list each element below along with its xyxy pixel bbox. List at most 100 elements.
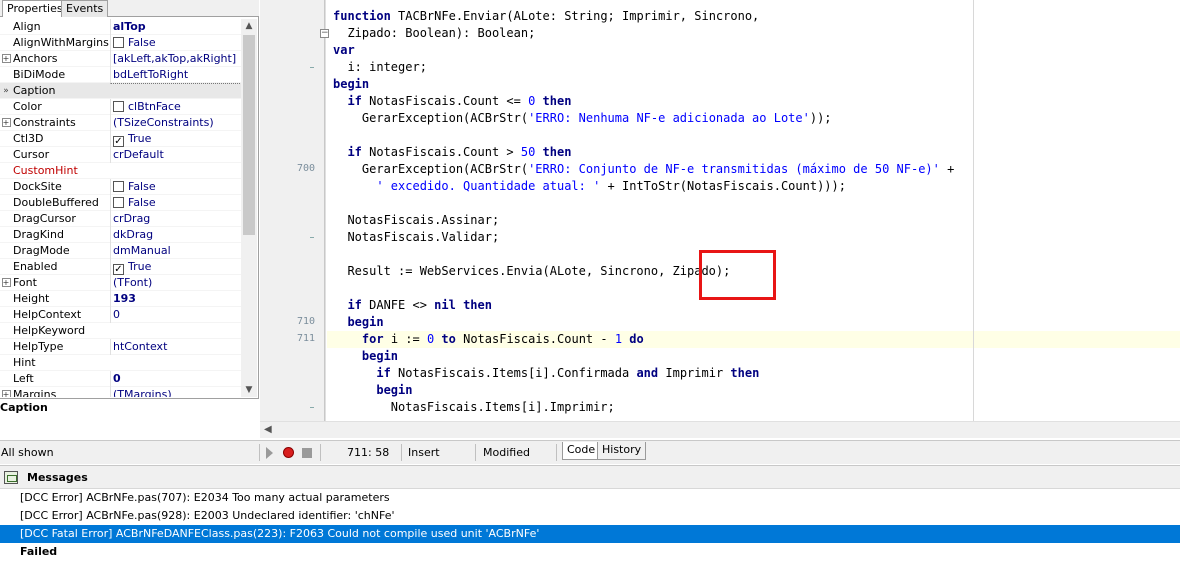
- property-name[interactable]: DoubleBuffered: [13, 195, 109, 211]
- code-line[interactable]: ' excedido. Quantidade atual: ' + IntToS…: [333, 178, 846, 195]
- code-line[interactable]: if NotasFiscais.Items[i].Confirmada and …: [333, 365, 759, 382]
- inspector-scrollbar[interactable]: ▲ ▼: [241, 19, 257, 397]
- code-area[interactable]: function TACBrNFe.Enviar(ALote: String; …: [327, 0, 1180, 421]
- property-row[interactable]: Cursor crDefault: [0, 147, 241, 163]
- property-name[interactable]: Align: [13, 19, 109, 35]
- property-name[interactable]: Enabled: [13, 259, 109, 275]
- macro-play-icon[interactable]: [266, 447, 273, 459]
- property-value[interactable]: alTop: [110, 19, 240, 35]
- message-item[interactable]: [DCC Error] ACBrNFe.pas(928): E2003 Unde…: [0, 507, 1180, 525]
- code-line[interactable]: begin: [333, 76, 369, 93]
- property-row[interactable]: Hint: [0, 355, 241, 371]
- property-value[interactable]: 0: [110, 307, 240, 323]
- property-row[interactable]: DockSite False: [0, 179, 241, 195]
- expand-plus-icon[interactable]: +: [0, 387, 12, 397]
- code-line[interactable]: function TACBrNFe.Enviar(ALote: String; …: [333, 8, 759, 25]
- property-name[interactable]: DockSite: [13, 179, 109, 195]
- macro-record-icon[interactable]: [283, 447, 294, 458]
- property-value[interactable]: dkDrag: [110, 227, 240, 243]
- code-line[interactable]: if NotasFiscais.Count <= 0 then: [333, 93, 571, 110]
- tab-properties[interactable]: Properties: [2, 0, 68, 17]
- property-name[interactable]: DragKind: [13, 227, 109, 243]
- property-value[interactable]: ✓ True: [110, 259, 240, 275]
- code-line[interactable]: begin: [333, 382, 412, 399]
- code-line[interactable]: begin: [333, 348, 398, 365]
- code-line[interactable]: i: integer;: [333, 59, 426, 76]
- code-line[interactable]: GerarException(ACBrStr('ERRO: Nenhuma NF…: [333, 110, 832, 127]
- property-name[interactable]: BiDiMode: [13, 67, 109, 83]
- message-item[interactable]: [DCC Fatal Error] ACBrNFeDANFEClass.pas(…: [0, 525, 1180, 543]
- property-row[interactable]: HelpContext 0: [0, 307, 241, 323]
- code-line[interactable]: NotasFiscais.Items[i].Imprimir;: [333, 399, 615, 416]
- property-value[interactable]: [110, 83, 240, 84]
- property-row[interactable]: + Anchors [akLeft,akTop,akRight]: [0, 51, 241, 67]
- property-value[interactable]: bdLeftToRight: [110, 67, 240, 83]
- property-value[interactable]: clBtnFace: [110, 99, 240, 115]
- plus-box-icon[interactable]: +: [1, 390, 11, 397]
- checkbox-icon[interactable]: [113, 181, 124, 192]
- property-name[interactable]: CustomHint: [13, 163, 109, 179]
- property-name[interactable]: HelpContext: [13, 307, 109, 323]
- property-row[interactable]: DoubleBuffered False: [0, 195, 241, 211]
- expand-plus-icon[interactable]: +: [0, 115, 12, 131]
- property-name[interactable]: DragMode: [13, 243, 109, 259]
- property-value[interactable]: False: [110, 195, 240, 211]
- property-row[interactable]: Color clBtnFace: [0, 99, 241, 115]
- property-row[interactable]: Ctl3D ✓ True: [0, 131, 241, 147]
- property-name[interactable]: DragCursor: [13, 211, 109, 227]
- checkbox-icon[interactable]: [113, 101, 124, 112]
- macro-stop-icon[interactable]: [302, 448, 312, 458]
- property-row[interactable]: DragMode dmManual: [0, 243, 241, 259]
- tab-code[interactable]: Code: [562, 442, 601, 460]
- property-row[interactable]: + Constraints (TSizeConstraints): [0, 115, 241, 131]
- property-value[interactable]: (TFont): [110, 275, 240, 291]
- property-row[interactable]: Left 0: [0, 371, 241, 387]
- property-value[interactable]: [akLeft,akTop,akRight]: [110, 51, 240, 67]
- property-name[interactable]: AlignWithMargins: [13, 35, 109, 51]
- property-value[interactable]: (TMargins): [110, 387, 240, 397]
- checkbox-icon[interactable]: [113, 37, 124, 48]
- checkbox-icon[interactable]: ✓: [113, 136, 124, 147]
- scroll-left-icon[interactable]: ◀: [264, 422, 272, 438]
- tab-history[interactable]: History: [597, 442, 647, 460]
- code-editor[interactable]: 700 710 711− function TACBrNFe.Enviar(ALot…: [260, 0, 1180, 421]
- scroll-up-icon[interactable]: ▲: [241, 19, 257, 33]
- property-row[interactable]: DragCursor crDrag: [0, 211, 241, 227]
- expand-plus-icon[interactable]: +: [0, 51, 12, 67]
- plus-box-icon[interactable]: +: [1, 54, 11, 63]
- plus-box-icon[interactable]: +: [1, 278, 11, 287]
- code-line[interactable]: for i := 0 to NotasFiscais.Count - 1 do: [333, 331, 644, 348]
- property-value[interactable]: ✓ True: [110, 131, 240, 147]
- property-value[interactable]: (TSizeConstraints): [110, 115, 240, 131]
- code-line[interactable]: var: [333, 42, 355, 59]
- property-name[interactable]: Anchors: [13, 51, 109, 67]
- property-value[interactable]: False: [110, 35, 240, 51]
- property-row[interactable]: » Caption: [0, 83, 241, 99]
- property-row[interactable]: DragKind dkDrag: [0, 227, 241, 243]
- code-line[interactable]: if DANFE <> nil then: [333, 297, 492, 314]
- property-value[interactable]: 0: [110, 371, 240, 387]
- property-value[interactable]: dmManual: [110, 243, 240, 259]
- property-name[interactable]: Font: [13, 275, 109, 291]
- property-value[interactable]: crDrag: [110, 211, 240, 227]
- message-item[interactable]: Failed: [0, 543, 1180, 561]
- scroll-down-icon[interactable]: ▼: [241, 383, 257, 397]
- property-row[interactable]: Align alTop: [0, 19, 241, 35]
- property-name[interactable]: Constraints: [13, 115, 109, 131]
- scrollbar-thumb[interactable]: [243, 35, 255, 235]
- code-line[interactable]: GerarException(ACBrStr('ERRO: Conjunto d…: [333, 161, 954, 178]
- plus-box-icon[interactable]: +: [1, 118, 11, 127]
- code-line[interactable]: NotasFiscais.Validar;: [333, 229, 499, 246]
- property-name[interactable]: Cursor: [13, 147, 109, 163]
- message-item[interactable]: [DCC Error] ACBrNFe.pas(707): E2034 Too …: [0, 489, 1180, 507]
- property-name[interactable]: Color: [13, 99, 109, 115]
- property-value[interactable]: crDefault: [110, 147, 240, 163]
- property-value[interactable]: 193: [110, 291, 240, 307]
- tab-events[interactable]: Events: [61, 0, 109, 17]
- property-value[interactable]: False: [110, 179, 240, 195]
- property-row[interactable]: + Margins (TMargins): [0, 387, 241, 397]
- expand-plus-icon[interactable]: +: [0, 275, 12, 291]
- code-line[interactable]: Result := WebServices.Envia(ALote, Sincr…: [333, 263, 730, 280]
- property-name[interactable]: Left: [13, 371, 109, 387]
- property-name[interactable]: Caption: [13, 83, 109, 99]
